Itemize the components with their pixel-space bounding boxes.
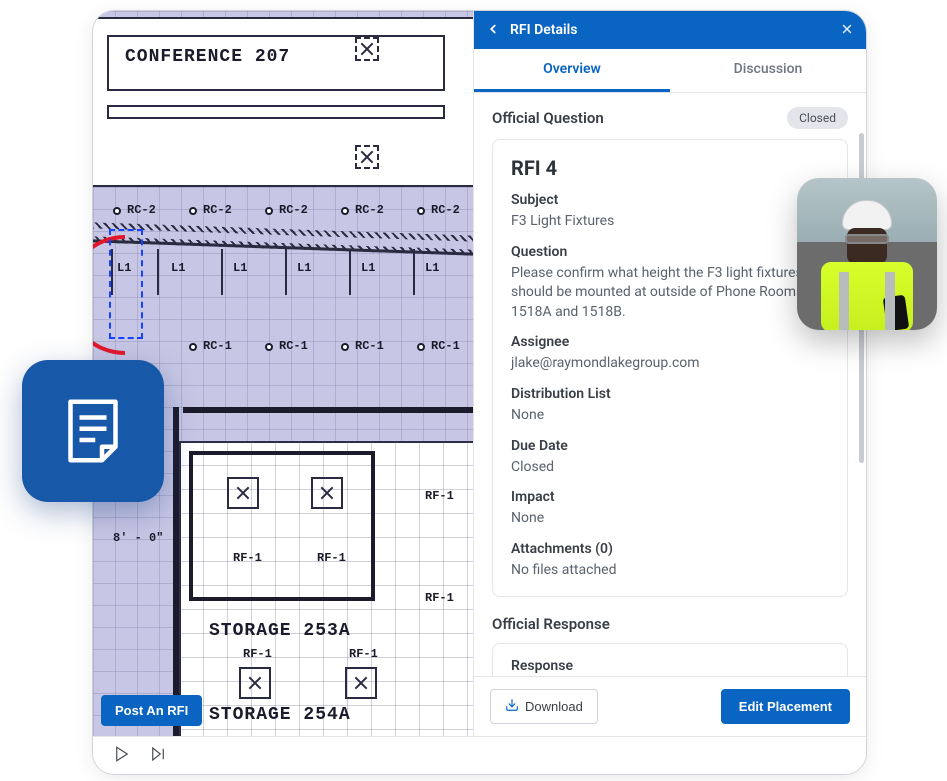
next-icon[interactable] <box>149 745 167 767</box>
label-attachments: Attachments (0) <box>511 541 829 557</box>
bp-tag-rf1: RF-1 <box>425 591 454 605</box>
download-icon <box>505 698 519 715</box>
bp-tag-rc1: RC-1 <box>355 339 384 353</box>
bp-marker <box>355 37 379 61</box>
label-impact: Impact <box>511 489 829 505</box>
panel-footer: Download Edit Placement <box>474 676 866 736</box>
label-assignee: Assignee <box>511 334 829 350</box>
bp-tag-l1: L1 <box>233 261 247 275</box>
media-bar <box>93 736 866 774</box>
back-icon[interactable] <box>486 21 500 40</box>
panel-title: RFI Details <box>510 22 577 38</box>
bp-node <box>265 207 273 215</box>
bp-wall <box>183 407 473 413</box>
tabs: Overview Discussion <box>474 49 866 93</box>
bp-inner-room <box>189 451 375 601</box>
tab-discussion[interactable]: Discussion <box>670 49 866 92</box>
bp-tag-rf1: RF-1 <box>317 551 346 565</box>
bp-tag-l1: L1 <box>425 261 439 275</box>
close-icon[interactable] <box>840 21 854 40</box>
bp-tag-rc1: RC-1 <box>279 339 308 353</box>
rfi-title: RFI 4 <box>511 156 829 180</box>
edit-placement-button[interactable]: Edit Placement <box>721 689 850 724</box>
panel-header: RFI Details <box>474 11 866 49</box>
official-question-label: Official Question <box>492 109 604 127</box>
bp-node <box>265 343 273 351</box>
label-subject: Subject <box>511 192 829 208</box>
download-button[interactable]: Download <box>490 689 598 724</box>
document-icon <box>57 395 129 467</box>
bp-tag-rc2: RC-2 <box>355 203 384 217</box>
bp-node <box>341 207 349 215</box>
value-distribution: None <box>511 406 829 426</box>
bp-tag-rc2: RC-2 <box>127 203 156 217</box>
bp-tag-l1: L1 <box>361 261 375 275</box>
download-label: Download <box>525 699 583 714</box>
worker-figure <box>817 200 917 328</box>
content-row: CONFERENCE 207 RC-2 RC-2 RC-2 RC-2 RC-2 <box>93 11 866 736</box>
bp-tag-rf1: RF-1 <box>243 647 272 661</box>
worker-thumbnail[interactable] <box>797 178 937 330</box>
tab-overview[interactable]: Overview <box>474 49 670 92</box>
bp-label-storage-a: STORAGE 253A <box>209 621 351 641</box>
bp-rf-marker <box>311 477 343 509</box>
note-app-icon[interactable] <box>22 360 164 502</box>
bp-node <box>113 207 121 215</box>
bp-tag-rf1: RF-1 <box>425 489 454 503</box>
label-response: Response <box>511 658 829 674</box>
bp-dimension: 8' - 0" <box>113 531 163 545</box>
status-badge: Closed <box>787 107 848 129</box>
bp-node <box>417 343 425 351</box>
label-question: Question <box>511 244 829 260</box>
label-due-date: Due Date <box>511 438 829 454</box>
bp-tag-rc1: RC-1 <box>431 339 460 353</box>
response-card: Response Confirmed, F3 fixtures should b… <box>492 643 848 676</box>
label-distribution: Distribution List <box>511 386 829 402</box>
bp-tag-rf1: RF-1 <box>233 551 262 565</box>
section-official-question: Official Question Closed <box>492 107 848 129</box>
bp-l1-row <box>111 249 471 309</box>
bp-tag-l1: L1 <box>171 261 185 275</box>
value-impact: None <box>511 509 829 529</box>
app-frame: CONFERENCE 207 RC-2 RC-2 RC-2 RC-2 RC-2 <box>92 10 867 775</box>
bp-marker <box>355 145 379 169</box>
value-due-date: Closed <box>511 458 829 478</box>
official-response-label: Official Response <box>492 615 610 633</box>
question-card: RFI 4 Subject F3 Light Fixtures Question… <box>492 139 848 597</box>
bp-node <box>417 207 425 215</box>
rfi-details-panel: RFI Details Overview Discussion Official… <box>473 11 866 736</box>
bp-label-storage-b: STORAGE 254A <box>209 705 351 725</box>
post-rfi-button[interactable]: Post An RFI <box>101 695 202 726</box>
bp-tag-rc2: RC-2 <box>279 203 308 217</box>
bp-node <box>189 343 197 351</box>
play-icon[interactable] <box>113 745 131 767</box>
bp-label-conference: CONFERENCE 207 <box>125 47 290 67</box>
bp-rf-marker <box>227 477 259 509</box>
section-official-response: Official Response <box>492 615 848 633</box>
bp-tag-l1: L1 <box>297 261 311 275</box>
bp-node <box>189 207 197 215</box>
bp-rf-marker <box>345 667 377 699</box>
bp-tag-l1: L1 <box>117 261 131 275</box>
bp-node <box>341 343 349 351</box>
bp-tag-rf1: RF-1 <box>349 647 378 661</box>
value-question: Please confirm what height the F3 light … <box>511 264 829 323</box>
bp-bar <box>107 105 445 119</box>
value-assignee: jlake@raymondlakegroup.com <box>511 354 829 374</box>
value-subject: F3 Light Fixtures <box>511 212 829 232</box>
bp-tag-rc2: RC-2 <box>203 203 232 217</box>
bp-tag-rc2: RC-2 <box>431 203 460 217</box>
bp-tag-rc1: RC-1 <box>203 339 232 353</box>
bp-rf-marker <box>239 667 271 699</box>
value-attachments: No files attached <box>511 561 829 581</box>
